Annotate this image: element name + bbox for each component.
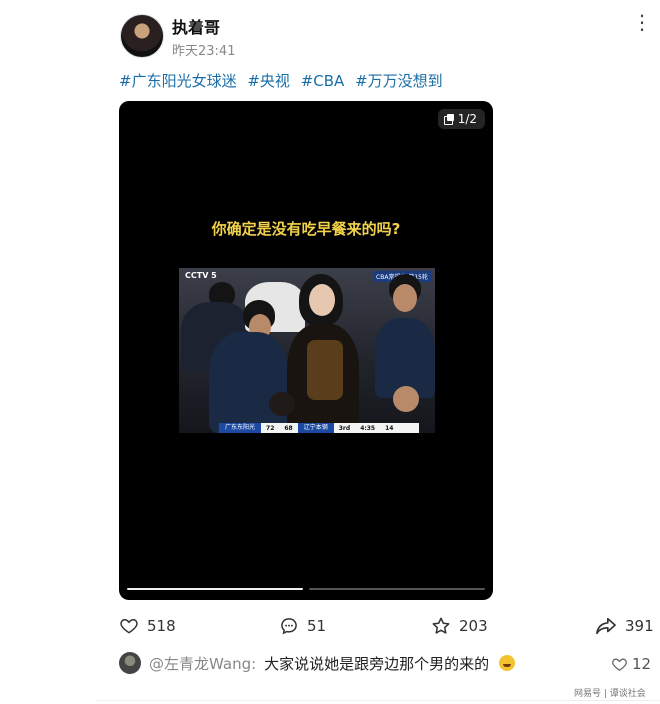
comment-count: 51 <box>307 617 327 635</box>
hashtag-link[interactable]: #广东阳光女球迷 <box>119 72 237 90</box>
hashtag-list: #广东阳光女球迷 #央视 #CBA #万万没想到 <box>119 70 449 91</box>
spectator-head <box>309 284 335 316</box>
comment-text: 大家说说她是跟旁边那个男的来的 <box>264 654 490 673</box>
scoreboard: 广东东阳光 72 68 辽宁本钢 3rd 4:35 14 <box>219 423 419 433</box>
image-counter-text: 1/2 <box>457 112 477 126</box>
watermark: 网易号 | 谭谈社会 <box>574 689 646 699</box>
laughing-emoji-icon <box>499 655 516 671</box>
spectator-head <box>269 392 295 416</box>
like-button[interactable]: 518 <box>119 616 176 636</box>
author-name[interactable]: 执着哥 <box>172 14 220 38</box>
quarter: 3rd <box>338 424 351 432</box>
hashtag-link[interactable]: #央视 <box>247 72 290 90</box>
post-time: 昨天23:41 <box>172 44 236 59</box>
commenter-name[interactable]: @左青龙Wang: <box>149 653 256 674</box>
top-comment[interactable]: @左青龙Wang: 大家说说她是跟旁边那个男的来的 <box>119 652 516 674</box>
comment-like-count: 12 <box>632 655 652 673</box>
share-icon <box>596 617 616 635</box>
image-counter: 1/2 <box>437 109 485 129</box>
broadcast-frame[interactable]: CCTV 5 CBA常规赛 第15轮 广东东阳光 72 68 辽宁本钢 3rd … <box>179 268 435 433</box>
spectator-head <box>393 284 417 312</box>
home-score: 72 <box>266 424 275 432</box>
comment-like-button[interactable]: 12 <box>611 655 651 673</box>
divider <box>95 700 660 701</box>
channel-logo: CCTV 5 <box>185 271 217 280</box>
lace-top <box>307 340 343 400</box>
slide-indicator-active[interactable] <box>127 588 303 590</box>
media-viewer[interactable]: 1/2 你确定是没有吃早餐来的吗? CCTV 5 CBA常规赛 第15轮 广东东… <box>119 101 493 600</box>
heart-icon <box>612 658 627 671</box>
action-bar: 518 51 203 391 <box>119 616 654 642</box>
like-count: 518 <box>147 617 176 635</box>
away-score: 68 <box>284 424 293 432</box>
shot-clock: 14 <box>385 424 394 432</box>
hashtag-link[interactable]: #CBA <box>301 72 345 90</box>
slide-indicator[interactable] <box>309 588 485 590</box>
favorite-button[interactable]: 203 <box>431 616 488 636</box>
spectator <box>209 332 289 433</box>
home-team: 广东东阳光 <box>219 423 262 433</box>
away-team: 辽宁本钢 <box>297 423 334 433</box>
hashtag-link[interactable]: #万万没想到 <box>355 72 443 90</box>
game-clock: 4:35 <box>360 424 376 432</box>
star-icon <box>432 617 450 634</box>
author-avatar[interactable] <box>120 14 164 58</box>
comment-button[interactable]: 51 <box>279 616 326 636</box>
heart-icon <box>120 618 138 634</box>
comment-icon <box>281 618 297 635</box>
commenter-avatar[interactable] <box>119 652 141 674</box>
spectator-head <box>393 386 419 412</box>
share-button[interactable]: 391 <box>595 616 654 636</box>
video-caption: 你确定是没有吃早餐来的吗? <box>211 220 401 238</box>
favorite-count: 203 <box>459 617 488 635</box>
multiple-images-icon <box>443 114 454 125</box>
share-count: 391 <box>625 617 654 635</box>
more-options-icon[interactable]: ⋮ <box>632 12 652 32</box>
